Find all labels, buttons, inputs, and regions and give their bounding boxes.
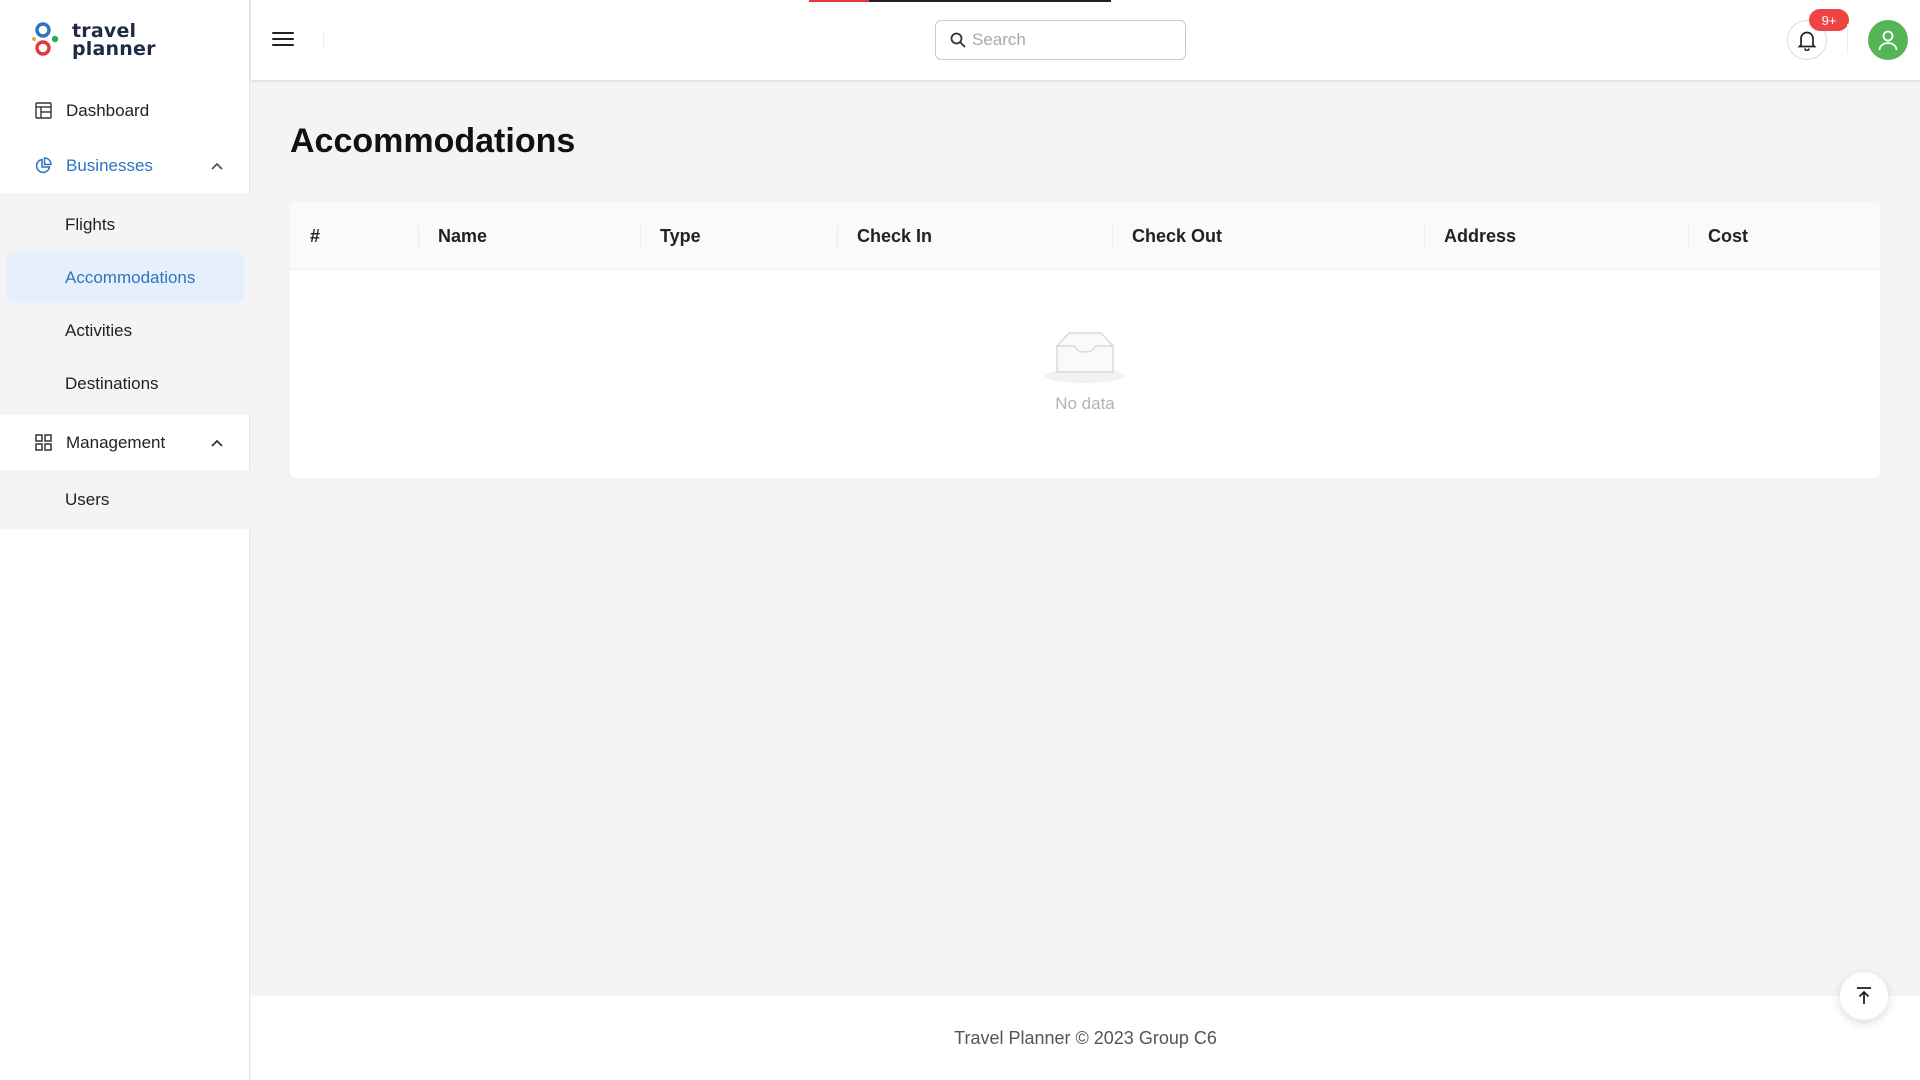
column-header-type[interactable]: Type [640,202,837,270]
back-to-top-button[interactable] [1840,972,1888,1020]
arrow-up-to-top-icon [1857,987,1871,1004]
sidebar-item-management[interactable]: Management [0,415,250,470]
empty-state-text: No data [1055,394,1115,413]
sidebar-item-users[interactable]: Users [6,474,244,525]
header-divider [1847,24,1848,54]
sidebar-item-flights[interactable]: Flights [6,199,244,250]
loading-progress-bar [809,0,1111,2]
grid-icon [34,434,52,452]
empty-state: No data [290,330,1880,414]
logo-mark-icon [32,22,59,56]
column-header-check-in[interactable]: Check In [837,202,1112,270]
column-header-check-out[interactable]: Check Out [1112,202,1424,270]
empty-inbox-icon [1045,332,1125,383]
management-submenu: Users [0,470,250,529]
bell-icon [1797,31,1817,51]
column-header-address[interactable]: Address [1424,202,1688,270]
brand-name: travel planner [72,22,156,60]
sidebar-item-label: Businesses [66,155,153,175]
column-header-name[interactable]: Name [418,202,640,270]
header-divider [323,30,324,50]
sidebar-item-label: Management [66,432,166,452]
businesses-submenu: Flights Accommodations Activities Destin… [0,193,250,415]
chevron-up-icon [211,439,223,447]
sidebar-menu: Dashboard Businesses Flights Accommodati… [0,83,250,529]
sidebar-item-activities[interactable]: Activities [6,305,244,356]
page-footer: Travel Planner © 2023 Group C6 [251,996,1920,1080]
sidebar-item-dashboard[interactable]: Dashboard [0,83,250,138]
user-icon [1878,30,1898,51]
brand-logo[interactable]: travel planner [30,20,156,60]
column-header-index[interactable]: # [290,202,418,270]
search-box[interactable] [935,20,1186,60]
top-header: 9+ [251,0,1920,80]
chevron-up-icon [211,162,223,170]
menu-toggle-icon[interactable] [271,28,295,52]
accommodations-table: # Name Type Check In Check Out Address C… [290,202,1880,478]
column-header-cost[interactable]: Cost [1688,202,1880,270]
table-header: # Name Type Check In Check Out Address C… [290,202,1880,270]
dashboard-icon [34,102,52,120]
sidebar-item-destinations[interactable]: Destinations [6,358,244,409]
footer-text: Travel Planner © 2023 Group C6 [954,1027,1217,1048]
brand-line-2: planner [72,38,156,60]
sidebar-item-businesses[interactable]: Businesses [0,138,250,193]
sidebar: travel planner Dashboard Businesses Flig… [0,0,250,1080]
sidebar-item-label: Dashboard [66,100,150,120]
pie-chart-icon [34,156,52,175]
notification-badge: 9+ [1809,9,1849,31]
sidebar-item-accommodations[interactable]: Accommodations [6,252,244,303]
page-title: Accommodations [290,122,576,160]
user-avatar[interactable] [1868,20,1908,60]
search-input[interactable] [972,30,1162,50]
loading-progress-fill [809,0,870,2]
search-icon [950,32,966,48]
